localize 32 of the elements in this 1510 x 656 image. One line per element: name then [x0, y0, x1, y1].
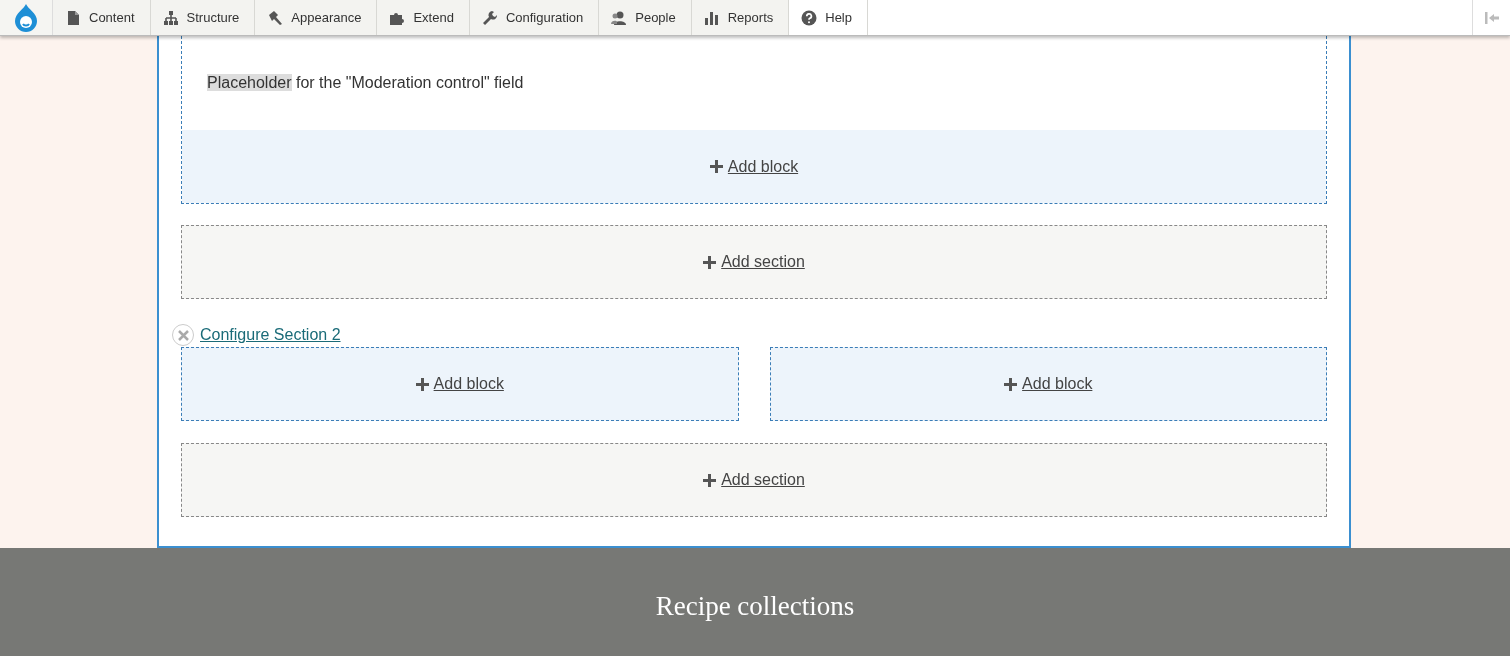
plus-icon: [703, 255, 717, 269]
remove-section-button[interactable]: [172, 324, 194, 346]
wrench-icon: [481, 9, 498, 26]
placeholder-text: Placeholder for the "Moderation control" field: [207, 74, 524, 92]
drupal-logo-icon[interactable]: [13, 2, 39, 33]
hierarchy-icon: [162, 9, 179, 26]
add-section-link[interactable]: Add section: [703, 471, 805, 489]
toolbar-link[interactable]: Structure: [150, 0, 256, 35]
toolbar-link[interactable]: Appearance: [255, 0, 378, 35]
add-block-link[interactable]: Add block: [415, 375, 504, 393]
plus-icon: [709, 160, 723, 173]
add-section-link[interactable]: Add section: [703, 253, 805, 271]
plus-icon: [415, 377, 429, 391]
toolbar-link[interactable]: Content: [53, 0, 151, 35]
toolbar-link[interactable]: People: [599, 0, 692, 35]
collapse-icon[interactable]: [1483, 10, 1500, 25]
toolbar-link[interactable]: Reports: [691, 0, 790, 35]
bar-chart-icon: [703, 9, 720, 26]
person-icon: [611, 9, 628, 26]
plus-icon: [1004, 377, 1018, 391]
footer-title: Recipe collections: [655, 590, 855, 622]
plus-icon: [703, 473, 717, 487]
configure-section-link[interactable]: Configure Section 2: [200, 326, 341, 344]
toolbar-link[interactable]: Configuration: [469, 0, 600, 35]
add-block-link[interactable]: Add block: [709, 157, 799, 176]
toolbar-link[interactable]: Help: [789, 0, 868, 35]
toolbar-link[interactable]: Extend: [377, 0, 470, 35]
help-icon: [801, 9, 818, 26]
document-icon: [65, 9, 81, 26]
hammer-icon: [267, 9, 284, 26]
close-icon: [177, 329, 189, 341]
add-block-link[interactable]: Add block: [1004, 375, 1093, 393]
